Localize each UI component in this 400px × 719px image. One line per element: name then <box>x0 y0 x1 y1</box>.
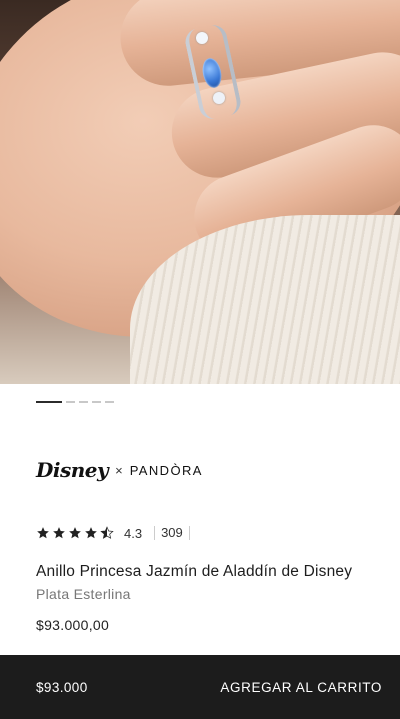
review-count-link[interactable]: 309 <box>154 526 190 540</box>
product-image[interactable] <box>0 0 400 384</box>
product-title: Anillo Princesa Jazmín de Aladdín de Dis… <box>36 563 353 580</box>
carousel-dot[interactable] <box>79 401 88 403</box>
product-price: $93.000,00 <box>36 617 110 633</box>
star-rating <box>36 526 114 540</box>
star-icon <box>85 527 97 539</box>
brand-logo: Disney × PANDÒRA <box>36 456 203 484</box>
star-icon <box>37 527 49 539</box>
ring-stone <box>196 32 208 44</box>
rating-value: 4.3 <box>124 525 143 541</box>
pandora-logo: PANDÒRA <box>129 462 203 478</box>
disney-logo: Disney <box>36 458 109 482</box>
star-half-icon <box>100 526 114 539</box>
carousel-dot-active[interactable] <box>36 401 62 403</box>
bar-price: $93.000 <box>36 679 88 695</box>
brand-separator: × <box>115 462 123 478</box>
ring-stone <box>213 92 225 104</box>
sticky-add-to-cart-bar: $93.000 AGREGAR AL CARRITO <box>0 655 400 719</box>
product-rating[interactable]: 4.3 309 <box>36 524 190 542</box>
carousel-dot[interactable] <box>92 401 101 403</box>
carousel-indicator[interactable] <box>36 401 114 403</box>
add-to-cart-button[interactable]: AGREGAR AL CARRITO <box>220 672 382 703</box>
star-icon <box>53 527 65 539</box>
carousel-dot[interactable] <box>105 401 114 403</box>
product-material: Plata Esterlina <box>36 586 131 602</box>
carousel-dot[interactable] <box>66 401 75 403</box>
star-icon <box>69 527 81 539</box>
